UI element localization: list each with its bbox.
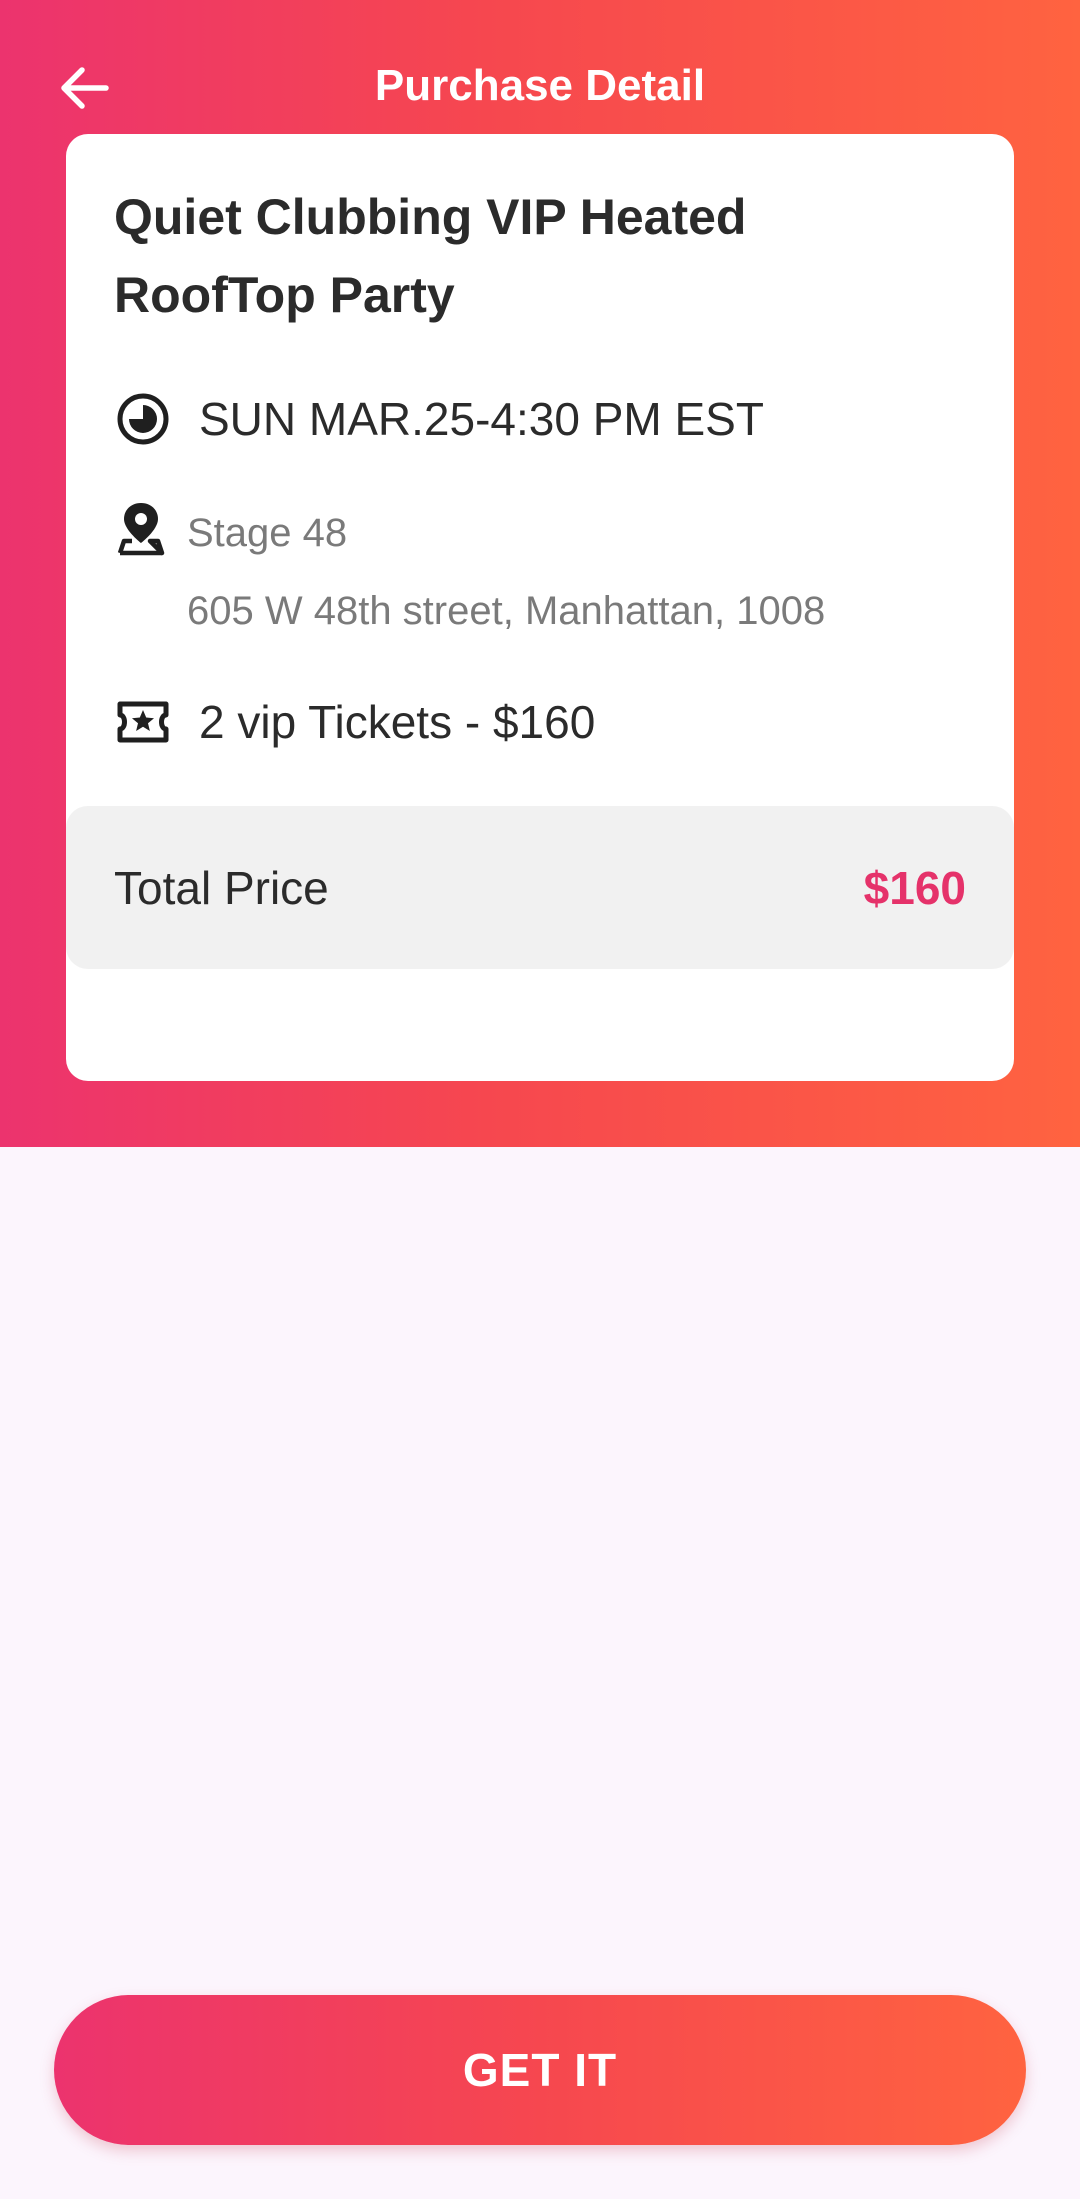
total-price-value: $160 bbox=[863, 862, 966, 914]
page-title: Purchase Detail bbox=[374, 61, 706, 110]
location-pin-icon bbox=[112, 499, 170, 557]
ticket-star-icon bbox=[114, 693, 172, 751]
event-datetime: SUN MAR.25-4:30 PM EST bbox=[199, 393, 764, 445]
venue-address: 605 W 48th street, Manhattan, 1008 bbox=[187, 589, 826, 633]
venue-name: Stage 48 bbox=[187, 511, 348, 555]
get-it-button-label: GET IT bbox=[462, 2044, 618, 2096]
event-detail-card: Quiet Clubbing VIP Heated RoofTop Party … bbox=[66, 134, 1014, 1081]
clock-icon bbox=[114, 390, 172, 448]
get-it-button[interactable]: GET IT bbox=[54, 1995, 1026, 2145]
event-title: Quiet Clubbing VIP Heated RoofTop Party bbox=[114, 189, 747, 323]
total-price-label: Total Price bbox=[114, 862, 329, 914]
ticket-summary: 2 vip Tickets - $160 bbox=[199, 696, 596, 748]
total-price-bar: Total Price $160 bbox=[66, 806, 1014, 969]
